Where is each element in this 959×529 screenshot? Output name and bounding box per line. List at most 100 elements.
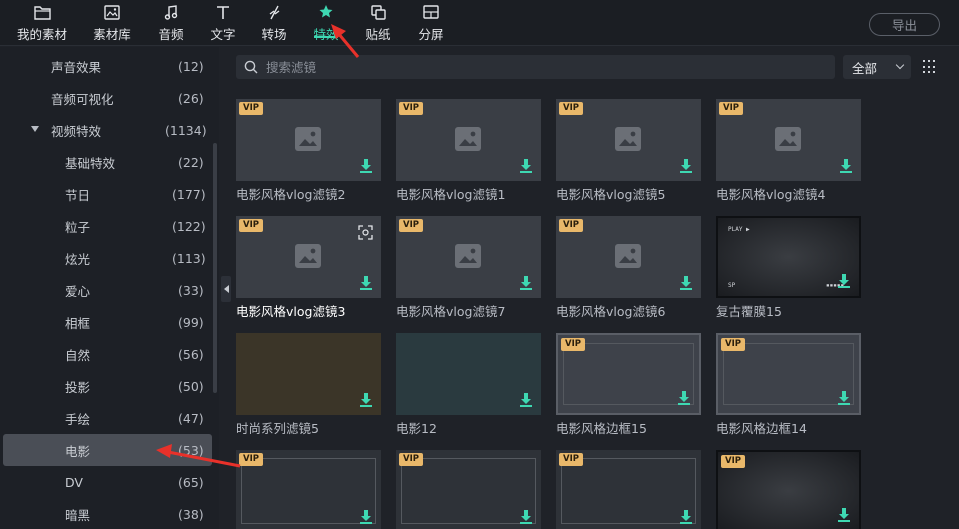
effect-card[interactable]: VIP 电影风格边框15 <box>556 333 701 437</box>
sidebar-item-particles[interactable]: 粒子 (122) <box>0 210 212 242</box>
effect-thumbnail[interactable]: VIP <box>556 333 701 415</box>
sidebar-item-basic-effects[interactable]: 基础特效 (22) <box>0 146 212 178</box>
download-icon[interactable] <box>360 276 372 290</box>
preview-focus-icon[interactable] <box>358 225 373 240</box>
download-icon[interactable] <box>520 510 532 524</box>
download-icon[interactable] <box>520 159 532 173</box>
effect-thumbnail[interactable]: VIP <box>556 99 701 181</box>
effect-card[interactable]: VIP 电影风格vlog滤镜5 <box>556 99 701 203</box>
effect-thumbnail[interactable]: VIP <box>396 450 541 529</box>
filter-dropdown[interactable]: 全部 <box>843 55 911 79</box>
effect-thumbnail[interactable]: VIP <box>716 450 861 529</box>
effect-card[interactable]: VIP 电影风格vlog滤镜7 <box>396 216 541 320</box>
film-border-overlay <box>561 458 696 524</box>
tab-split-screen[interactable]: 分屏 <box>417 0 445 46</box>
sidebar-item-label: 暗黑 <box>65 507 91 523</box>
download-icon[interactable] <box>838 274 850 288</box>
sidebar-item-photo-frame[interactable]: 相框 (99) <box>0 306 212 338</box>
download-icon[interactable] <box>678 391 690 405</box>
effect-card[interactable]: VIP <box>396 450 541 529</box>
chevron-left-icon <box>223 285 229 293</box>
effect-card[interactable]: VIP <box>556 450 701 529</box>
sidebar-item-dark[interactable]: 暗黑 (38) <box>0 498 212 529</box>
image-placeholder-icon <box>295 127 321 151</box>
expand-caret-icon[interactable] <box>31 126 39 132</box>
sidebar-item-count: (22) <box>178 154 204 170</box>
effect-card[interactable]: VIP 电影风格边框14 <box>716 333 861 437</box>
effect-thumbnail[interactable]: VIP <box>236 216 381 298</box>
effect-card[interactable]: VIP 电影风格vlog滤镜1 <box>396 99 541 203</box>
sidebar-item-label: 视频特效 <box>51 123 102 139</box>
effect-thumbnail[interactable] <box>396 333 541 415</box>
tab-effects[interactable]: 特效 <box>312 0 340 46</box>
sidebar-item-video-effects[interactable]: 视频特效 (1134) <box>0 114 212 146</box>
collapse-sidebar-button[interactable] <box>221 276 231 302</box>
effect-card[interactable]: VIP 电影风格vlog滤镜6 <box>556 216 701 320</box>
effect-thumbnail[interactable]: VIP <box>396 216 541 298</box>
effect-card[interactable]: VIP 电影风格vlog滤镜3 <box>236 216 381 320</box>
image-library-icon <box>103 3 121 21</box>
sidebar-item-holiday[interactable]: 节日 (177) <box>0 178 212 210</box>
download-icon[interactable] <box>838 508 850 522</box>
sidebar-item-movie[interactable]: 电影 (53) <box>3 434 212 466</box>
download-icon[interactable] <box>520 393 532 407</box>
tab-transition-label: 转场 <box>261 27 287 42</box>
effect-card[interactable]: VIP 电影风格vlog滤镜4 <box>716 99 861 203</box>
grid-view-icon[interactable] <box>923 60 937 74</box>
sidebar-item-audio-visualization[interactable]: 音频可视化 (26) <box>0 82 212 114</box>
effect-thumbnail[interactable]: PLAY ▶ SP ▪▪▪▪▪ <box>716 216 861 298</box>
effect-thumbnail[interactable]: VIP <box>556 450 701 529</box>
tab-sticker[interactable]: 贴纸 <box>364 0 392 46</box>
effect-card[interactable]: VIP <box>716 450 861 529</box>
download-icon[interactable] <box>360 510 372 524</box>
tab-material-library[interactable]: 素材库 <box>92 0 132 46</box>
sidebar-item-label: 电影 <box>65 443 91 459</box>
sidebar-item-love[interactable]: 爱心 (33) <box>0 274 212 306</box>
sidebar-item-dv[interactable]: DV (65) <box>0 466 212 498</box>
effect-title: 时尚系列滤镜5 <box>236 421 319 436</box>
effect-card[interactable]: VIP 电影风格vlog滤镜2 <box>236 99 381 203</box>
sidebar-item-label: 爱心 <box>65 283 91 299</box>
effect-title: 电影风格边框14 <box>716 421 807 436</box>
tab-text[interactable]: 文字 <box>209 0 237 46</box>
tab-audio[interactable]: 音频 <box>157 0 185 46</box>
download-icon[interactable] <box>680 510 692 524</box>
vip-badge: VIP <box>399 102 423 115</box>
chevron-down-icon <box>895 60 905 70</box>
effect-thumbnail[interactable]: VIP <box>716 333 861 415</box>
download-icon[interactable] <box>680 159 692 173</box>
effect-thumbnail[interactable]: VIP <box>556 216 701 298</box>
tab-my-materials[interactable]: 我的素材 <box>16 0 68 46</box>
effect-title: 电影风格vlog滤镜4 <box>716 187 826 202</box>
sidebar-item-sound-effects[interactable]: 声音效果 (12) <box>0 50 212 82</box>
effect-thumbnail[interactable]: VIP <box>396 99 541 181</box>
download-icon[interactable] <box>680 276 692 290</box>
download-icon[interactable] <box>840 159 852 173</box>
sidebar-item-count: (56) <box>178 346 204 362</box>
download-icon[interactable] <box>360 159 372 173</box>
effect-card[interactable]: 电影12 <box>396 333 541 437</box>
download-icon[interactable] <box>360 393 372 407</box>
download-icon[interactable] <box>838 391 850 405</box>
sidebar-item-count: (50) <box>178 378 204 394</box>
effect-thumbnail[interactable]: VIP <box>236 450 381 529</box>
sidebar-item-projection[interactable]: 投影 (50) <box>0 370 212 402</box>
split-screen-icon <box>422 3 440 21</box>
effect-card[interactable]: 时尚系列滤镜5 <box>236 333 381 437</box>
effect-card[interactable]: VIP <box>236 450 381 529</box>
sidebar-item-nature[interactable]: 自然 (56) <box>0 338 212 370</box>
effect-card[interactable]: PLAY ▶ SP ▪▪▪▪▪ 复古覆膜15 <box>716 216 861 320</box>
export-button[interactable]: 导出 <box>869 13 940 36</box>
effect-thumbnail[interactable] <box>236 333 381 415</box>
effect-thumbnail[interactable]: VIP <box>236 99 381 181</box>
sidebar-item-hand-drawn[interactable]: 手绘 (47) <box>0 402 212 434</box>
sidebar-item-label: 基础特效 <box>65 155 116 171</box>
search-input[interactable] <box>266 59 786 75</box>
effect-thumbnail[interactable]: VIP <box>716 99 861 181</box>
sidebar-item-glare[interactable]: 炫光 (113) <box>0 242 212 274</box>
download-icon[interactable] <box>520 276 532 290</box>
tab-transition[interactable]: 转场 <box>260 0 288 46</box>
sidebar-scrollbar[interactable] <box>213 143 217 393</box>
sidebar-item-label: 手绘 <box>65 411 91 427</box>
sticker-icon <box>369 3 387 21</box>
